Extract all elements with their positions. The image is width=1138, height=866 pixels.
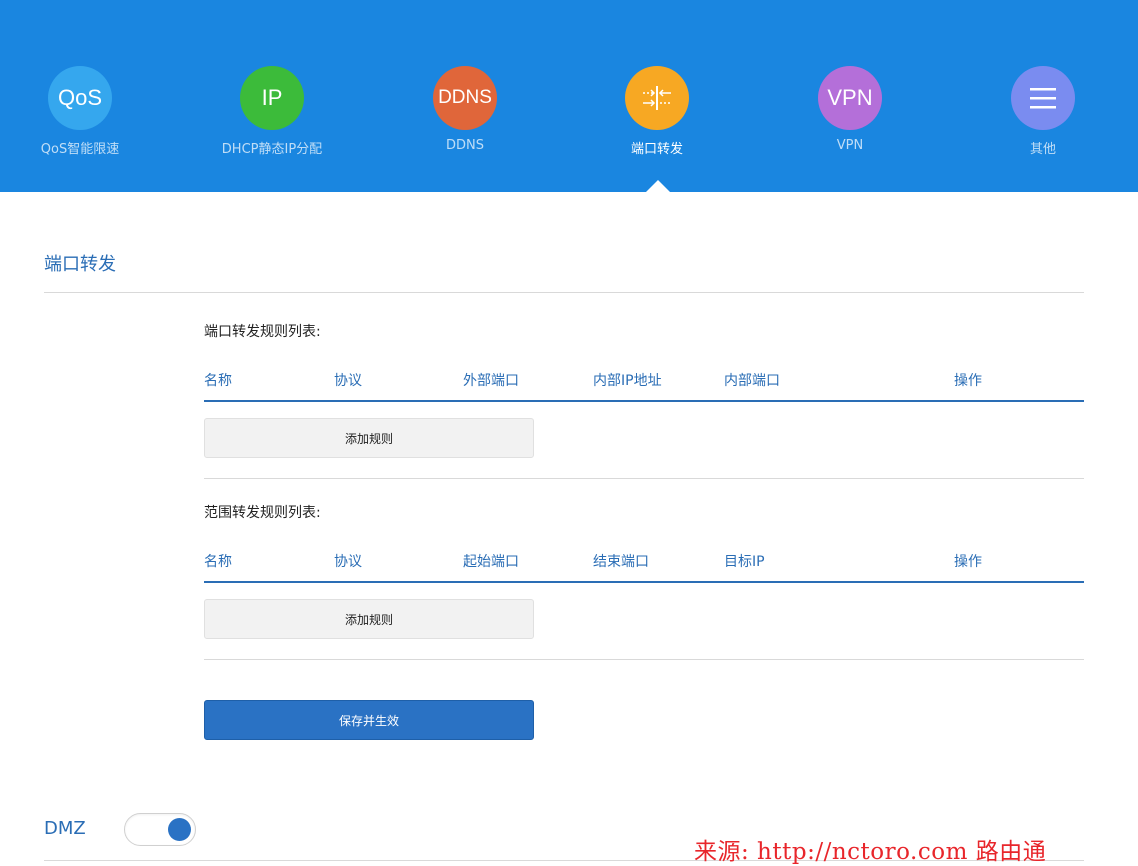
port-rules-table-header: 名称 协议 外部端口 内部IP地址 内部端口 操作: [204, 370, 1084, 402]
section-divider: [44, 292, 1084, 293]
nav-item-other[interactable]: 其他: [963, 66, 1123, 157]
nav-label-other: 其他: [1029, 142, 1056, 157]
port-forward-icon: [625, 66, 689, 130]
vpn-icon-text: VPN: [827, 85, 873, 110]
source-watermark: 来源: http://nctoro.com 路由通: [694, 839, 1047, 865]
ddns-icon-text: DDNS: [438, 87, 492, 108]
nav-label-ip: DHCP静态IP分配: [221, 142, 323, 157]
add-port-rule-button[interactable]: 添加规则: [204, 418, 534, 458]
col-target-ip: 目标IP: [724, 554, 765, 570]
range-rules-title: 范围转发规则列表:: [204, 505, 321, 521]
nav-item-ddns[interactable]: DDNS DDNS: [385, 66, 545, 153]
port-rules-divider: [204, 478, 1084, 479]
col-external-port: 外部端口: [463, 373, 519, 389]
menu-icon-svg: [1030, 88, 1056, 109]
nav-item-vpn[interactable]: VPN VPN: [770, 66, 930, 153]
menu-icon: [1011, 66, 1075, 130]
vpn-icon: VPN: [818, 66, 882, 130]
top-nav-bar: QoS QoS智能限速 IP DHCP静态IP分配 DDNS DDNS 端口转发…: [0, 0, 1138, 192]
nav-label-port-forward: 端口转发: [630, 142, 683, 157]
section-title: 端口转发: [44, 254, 116, 275]
ddns-icon: DDNS: [433, 66, 497, 130]
nav-label-ddns: DDNS: [446, 138, 484, 153]
nav-label-vpn: VPN: [836, 138, 864, 153]
dmz-label: DMZ: [44, 818, 86, 839]
qos-icon-text: QoS: [57, 85, 103, 110]
qos-icon: QoS: [48, 66, 112, 130]
col-internal-ip: 内部IP地址: [593, 373, 662, 389]
col-protocol: 协议: [334, 373, 362, 389]
col-end-port: 结束端口: [593, 554, 649, 570]
port-forward-icon-svg: [643, 86, 671, 110]
ip-icon: IP: [240, 66, 304, 130]
port-rules-title: 端口转发规则列表:: [204, 324, 321, 340]
col-name: 名称: [204, 373, 232, 389]
nav-item-qos[interactable]: QoS QoS智能限速: [0, 66, 160, 157]
add-range-rule-button[interactable]: 添加规则: [204, 599, 534, 639]
nav-item-ip[interactable]: IP DHCP静态IP分配: [192, 66, 352, 157]
col-actions: 操作: [954, 554, 982, 570]
col-actions: 操作: [954, 373, 982, 389]
col-start-port: 起始端口: [463, 554, 519, 570]
range-rules-table-header: 名称 协议 起始端口 结束端口 目标IP 操作: [204, 551, 1084, 583]
ip-icon-text: IP: [261, 85, 283, 110]
nav-item-port-forward[interactable]: 端口转发: [577, 66, 737, 157]
col-name: 名称: [204, 554, 232, 570]
dmz-toggle-knob: [168, 818, 191, 841]
dmz-toggle[interactable]: [124, 813, 196, 846]
save-apply-button[interactable]: 保存并生效: [204, 700, 534, 740]
nav-label-qos: QoS智能限速: [40, 142, 120, 157]
active-nav-pointer: [646, 180, 670, 192]
range-rules-divider: [204, 659, 1084, 660]
col-protocol: 协议: [334, 554, 362, 570]
col-internal-port: 内部端口: [724, 373, 780, 389]
